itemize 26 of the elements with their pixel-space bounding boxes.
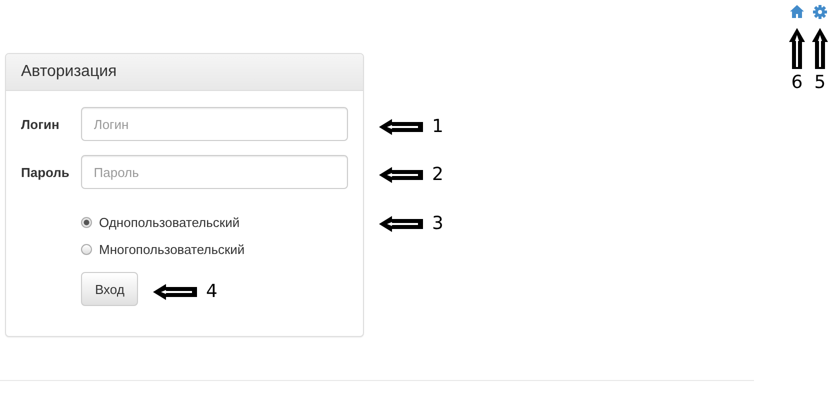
annotation-number: 6 [791,72,803,93]
radio-option[interactable]: Многопользовательский [81,242,348,257]
annotation-number: 2 [432,164,444,185]
field-label: Логин [21,116,60,132]
arrow-icon [152,284,198,300]
radio-icon[interactable] [81,244,92,255]
annotation-number: 5 [814,72,826,93]
settings-icon[interactable] [813,5,827,19]
arrow-icon [812,28,828,70]
arrow-icon [378,118,424,134]
radio-label: Однопользовательский [99,215,240,230]
radio-label: Многопользовательский [99,242,245,257]
arrow-icon [378,216,424,232]
arrow-icon [378,166,424,182]
input-field[interactable]: Логин [80,107,348,141]
annotation-number: 1 [432,116,444,137]
annotation-number: 3 [432,213,444,234]
home-icon[interactable] [790,5,804,18]
arrow-icon [789,28,805,70]
annotation-number: 4 [206,281,218,302]
field-label: Пароль [21,164,70,180]
input-field[interactable]: Пароль [80,155,348,189]
panel-title: Авторизация [6,54,363,91]
radio-icon[interactable] [81,217,92,228]
radio-option[interactable]: Однопользовательский [81,215,348,230]
login-button[interactable]: Вход [81,272,138,306]
